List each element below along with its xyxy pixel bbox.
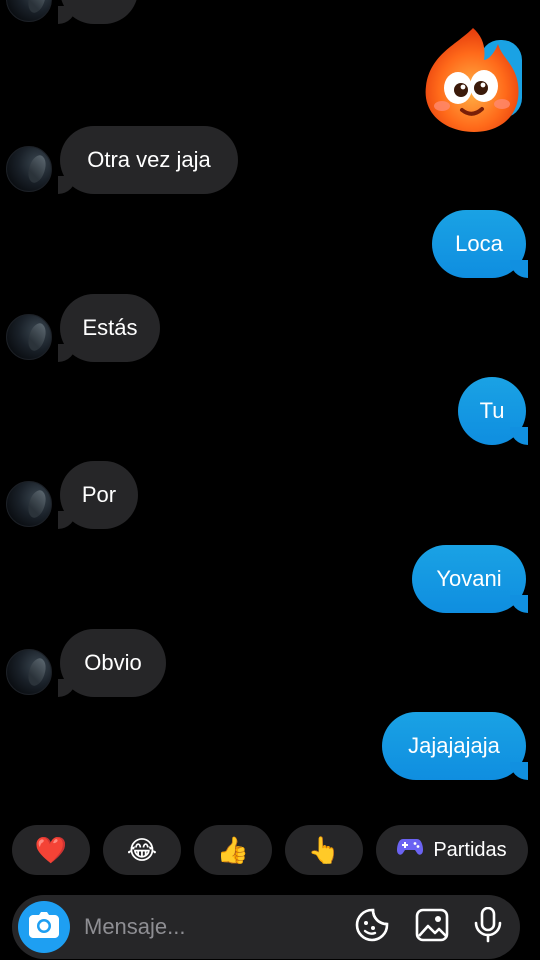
- message-row-incoming: Por: [0, 461, 540, 531]
- microphone-icon: [473, 906, 503, 948]
- incoming-message-bubble[interactable]: Por: [58, 461, 138, 529]
- laughing-reaction-button[interactable]: 😂: [103, 825, 181, 875]
- contact-avatar[interactable]: [6, 0, 52, 22]
- gallery-button[interactable]: [414, 908, 450, 947]
- message-row-incoming: Estás: [0, 294, 540, 364]
- contact-avatar[interactable]: [6, 314, 52, 360]
- thumbs-up-icon: 👍: [216, 834, 250, 865]
- pointing-hand-icon: 👆: [307, 834, 341, 865]
- outgoing-message-bubble[interactable]: Yovani: [412, 545, 528, 613]
- incoming-message-bubble[interactable]: Por: [58, 0, 138, 24]
- message-row-incoming: Obvio: [0, 629, 540, 699]
- message-row-outgoing: Jajajajaja: [0, 712, 540, 782]
- thumbs-up-reaction-button[interactable]: 👍: [194, 825, 272, 875]
- contact-avatar[interactable]: [6, 481, 52, 527]
- incoming-message-bubble[interactable]: Obvio: [58, 629, 166, 697]
- gamepad-icon: [397, 837, 424, 863]
- microphone-button[interactable]: [470, 906, 506, 948]
- laughing-emoji-icon: 😂: [126, 834, 158, 865]
- heart-reaction-button[interactable]: ❤️: [12, 825, 90, 875]
- outgoing-message-bubble[interactable]: Jajajajaja: [382, 712, 528, 780]
- gallery-icon: [415, 908, 449, 947]
- outgoing-message-bubble[interactable]: Tu: [458, 377, 528, 445]
- message-composer: Mensaje...: [12, 895, 520, 959]
- pointing-hand-reaction-button[interactable]: 👆: [285, 825, 363, 875]
- outgoing-message-bubble[interactable]: Loca: [432, 210, 528, 278]
- message-row-incoming: Otra vez jaja: [0, 126, 540, 196]
- heart-icon: ❤️: [34, 834, 68, 865]
- message-row-outgoing: Tu: [0, 377, 540, 447]
- message-row-outgoing: Yovani: [0, 545, 540, 615]
- contact-avatar[interactable]: [6, 649, 52, 695]
- message-row-outgoing: Loca: [0, 210, 540, 280]
- contact-avatar[interactable]: [6, 146, 52, 192]
- message-input[interactable]: Mensaje...: [84, 914, 186, 940]
- fire-mascot-sticker[interactable]: [418, 20, 528, 136]
- incoming-message-bubble[interactable]: Otra vez jaja: [58, 126, 238, 194]
- sticker-icon: [355, 908, 389, 947]
- sticker-button[interactable]: [354, 908, 390, 947]
- games-label: Partidas: [433, 838, 507, 861]
- incoming-message-bubble[interactable]: Estás: [58, 294, 160, 362]
- quick-reactions-bar: ❤️ 😂 👍 👆 Partidas: [0, 825, 540, 879]
- games-button[interactable]: Partidas: [376, 825, 528, 875]
- camera-icon: [29, 911, 59, 943]
- camera-button[interactable]: [18, 901, 70, 953]
